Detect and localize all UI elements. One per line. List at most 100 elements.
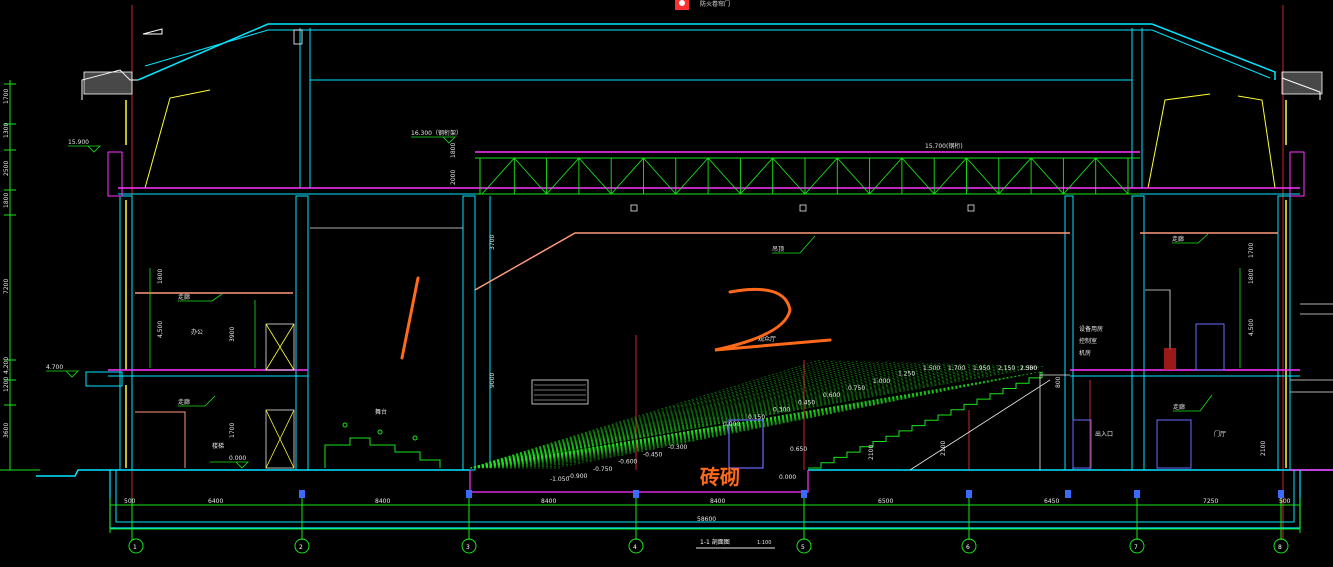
- seat-elevation-label: 0.300: [773, 407, 790, 414]
- drawing-title-text: 1-1 剖面图: [700, 538, 730, 546]
- svg-text:4,500: 4,500: [1248, 319, 1255, 336]
- fire-shutter-marker[interactable]: 防火卷帘门: [675, 0, 730, 10]
- axis-bubble-7: 7: [1129, 529, 1145, 554]
- drawing-scale: 1:100: [757, 540, 771, 546]
- svg-text:4: 4: [633, 544, 637, 551]
- span-label: 500: [1279, 498, 1291, 505]
- elevation-floor2-left: 4.700: [46, 364, 63, 371]
- seat-elevation-label: -0.750: [593, 466, 613, 473]
- axis-bubble-4: 4: [628, 529, 644, 554]
- svg-text:4,500: 4,500: [157, 321, 164, 338]
- svg-text:1: 1: [133, 544, 137, 551]
- room-label-left-office: 办公: [191, 328, 203, 336]
- room-label-left-lower: 走廊: [178, 398, 190, 406]
- section-drawing-canvas[interactable]: 防火卷帘门 1700 1300 2500 1800 7200 4,200 120…: [0, 0, 1333, 567]
- axis-bubble-6: 6: [961, 529, 977, 554]
- span-label: 6450: [1044, 498, 1059, 505]
- room-label-stage: 舞台: [375, 408, 387, 416]
- roof-structure: [81, 23, 1323, 189]
- seat-elevation-label: 2.150: [998, 365, 1015, 372]
- elevation-ground-mid: 0.000: [779, 474, 796, 481]
- svg-text:3: 3: [466, 544, 470, 551]
- seat-elevation-label: 2.500: [1020, 365, 1037, 372]
- svg-text:9000: 9000: [489, 373, 496, 388]
- svg-text:2100: 2100: [868, 445, 875, 460]
- column-base-mark: [466, 490, 472, 498]
- elevation-stage-pit: -1.050: [550, 476, 570, 483]
- svg-text:1800: 1800: [3, 193, 10, 208]
- svg-text:4,200: 4,200: [3, 357, 10, 374]
- steel-truss: [118, 151, 1300, 195]
- svg-text:5: 5: [801, 544, 805, 551]
- axis-bubble-8: 8: [1273, 529, 1289, 554]
- stamp-annotation: 砖砌: [700, 465, 740, 489]
- svg-text:2: 2: [299, 544, 303, 551]
- svg-text:1700: 1700: [229, 423, 236, 438]
- seat-elevation-label: 1.000: [873, 378, 890, 385]
- axis-bubble-2: 2: [294, 529, 310, 554]
- svg-text:3700: 3700: [489, 235, 496, 250]
- room-label-right-mid-3: 机房: [1079, 349, 1091, 357]
- room-label-right-door-a: 出入口: [1095, 430, 1113, 438]
- svg-text:800: 800: [1055, 376, 1062, 388]
- fire-shutter-label: 防火卷帘门: [700, 0, 730, 8]
- total-length-label: 58600: [697, 516, 716, 523]
- svg-text:1300: 1300: [3, 123, 10, 138]
- svg-text:1700: 1700: [1248, 243, 1255, 258]
- column-base-mark: [299, 490, 305, 498]
- axis-bubble-5: 5: [796, 529, 812, 554]
- seat-elevation-label: 1.500: [923, 365, 940, 372]
- span-label: 8400: [375, 498, 390, 505]
- seat-elevation-label: 0.000: [723, 421, 740, 428]
- elevation-roof-left: 15.900: [68, 139, 89, 146]
- column-base-mark: [966, 490, 972, 498]
- svg-text:1700: 1700: [3, 89, 10, 104]
- svg-text:2500: 2500: [3, 161, 10, 176]
- column-base-mark: [1278, 490, 1284, 498]
- room-label-right-mid-2: 控制室: [1079, 337, 1097, 345]
- span-label: 6500: [878, 498, 893, 505]
- seat-elevation-label: 0.750: [848, 385, 865, 392]
- axis-bubble-1: 1: [128, 529, 144, 554]
- room-label-left-upper: 走廊: [178, 293, 190, 301]
- svg-text:2000: 2000: [450, 170, 457, 185]
- right-rooms: [1072, 289, 1333, 469]
- svg-text:1200: 1200: [3, 377, 10, 392]
- span-labels: 500 6400 8400 8400 8400 6500 6450 7250 5…: [124, 498, 1291, 523]
- column-base-mark: [1134, 490, 1140, 498]
- handwritten-number-1: [400, 276, 420, 360]
- room-label-left-stair: 楼梯: [212, 442, 224, 450]
- seat-elevation-label: 1.700: [948, 365, 965, 372]
- column-base-mark: [1065, 490, 1071, 498]
- axis-bubble-3: 3: [461, 529, 477, 554]
- seating-rake: [469, 359, 1070, 471]
- svg-text:3900: 3900: [229, 327, 236, 342]
- north-triangle-icon: [142, 28, 163, 35]
- seat-elevation-label: 0.150: [748, 414, 765, 421]
- svg-text:6: 6: [966, 544, 970, 551]
- room-label-right-upper: 走廊: [1172, 235, 1184, 243]
- left-dimension-chain: 1700 1300 2500 1800 7200 4,200 1200 3600: [0, 80, 40, 471]
- svg-text:2100: 2100: [1260, 441, 1267, 456]
- svg-text:1800: 1800: [450, 143, 457, 158]
- span-label: 500: [124, 498, 136, 505]
- column-base-mark: [801, 490, 807, 498]
- elevation-labels: 15.900 16.300（钢桁架） 15.700(钢桁) 4.700 0.00…: [46, 129, 1037, 483]
- room-label-right-door-b: 门厅: [1214, 430, 1226, 438]
- svg-text:7200: 7200: [3, 279, 10, 294]
- span-label: 8400: [710, 498, 725, 505]
- elevation-right-stage: 0.650: [790, 446, 807, 453]
- drawing-title: 1-1 剖面图 1:100: [696, 538, 775, 549]
- seat-elevation-label: 1.250: [898, 371, 915, 378]
- span-label: 6400: [208, 498, 223, 505]
- bottom-dimensions: [109, 490, 1301, 533]
- seat-elevation-label: -0.300: [668, 444, 688, 451]
- seat-elevation-label: -0.450: [643, 451, 663, 458]
- seat-elevation-label: 0.600: [823, 392, 840, 399]
- elevation-ground-left: 0.000: [229, 455, 246, 462]
- axis-centerlines: [131, 5, 1284, 540]
- room-label-right-mid-1: 设备用房: [1079, 325, 1103, 333]
- column-base-mark: [633, 490, 639, 498]
- elevation-truss-top: 16.300（钢桁架）: [411, 129, 462, 137]
- handwritten-annotations: 砖砌: [400, 276, 832, 489]
